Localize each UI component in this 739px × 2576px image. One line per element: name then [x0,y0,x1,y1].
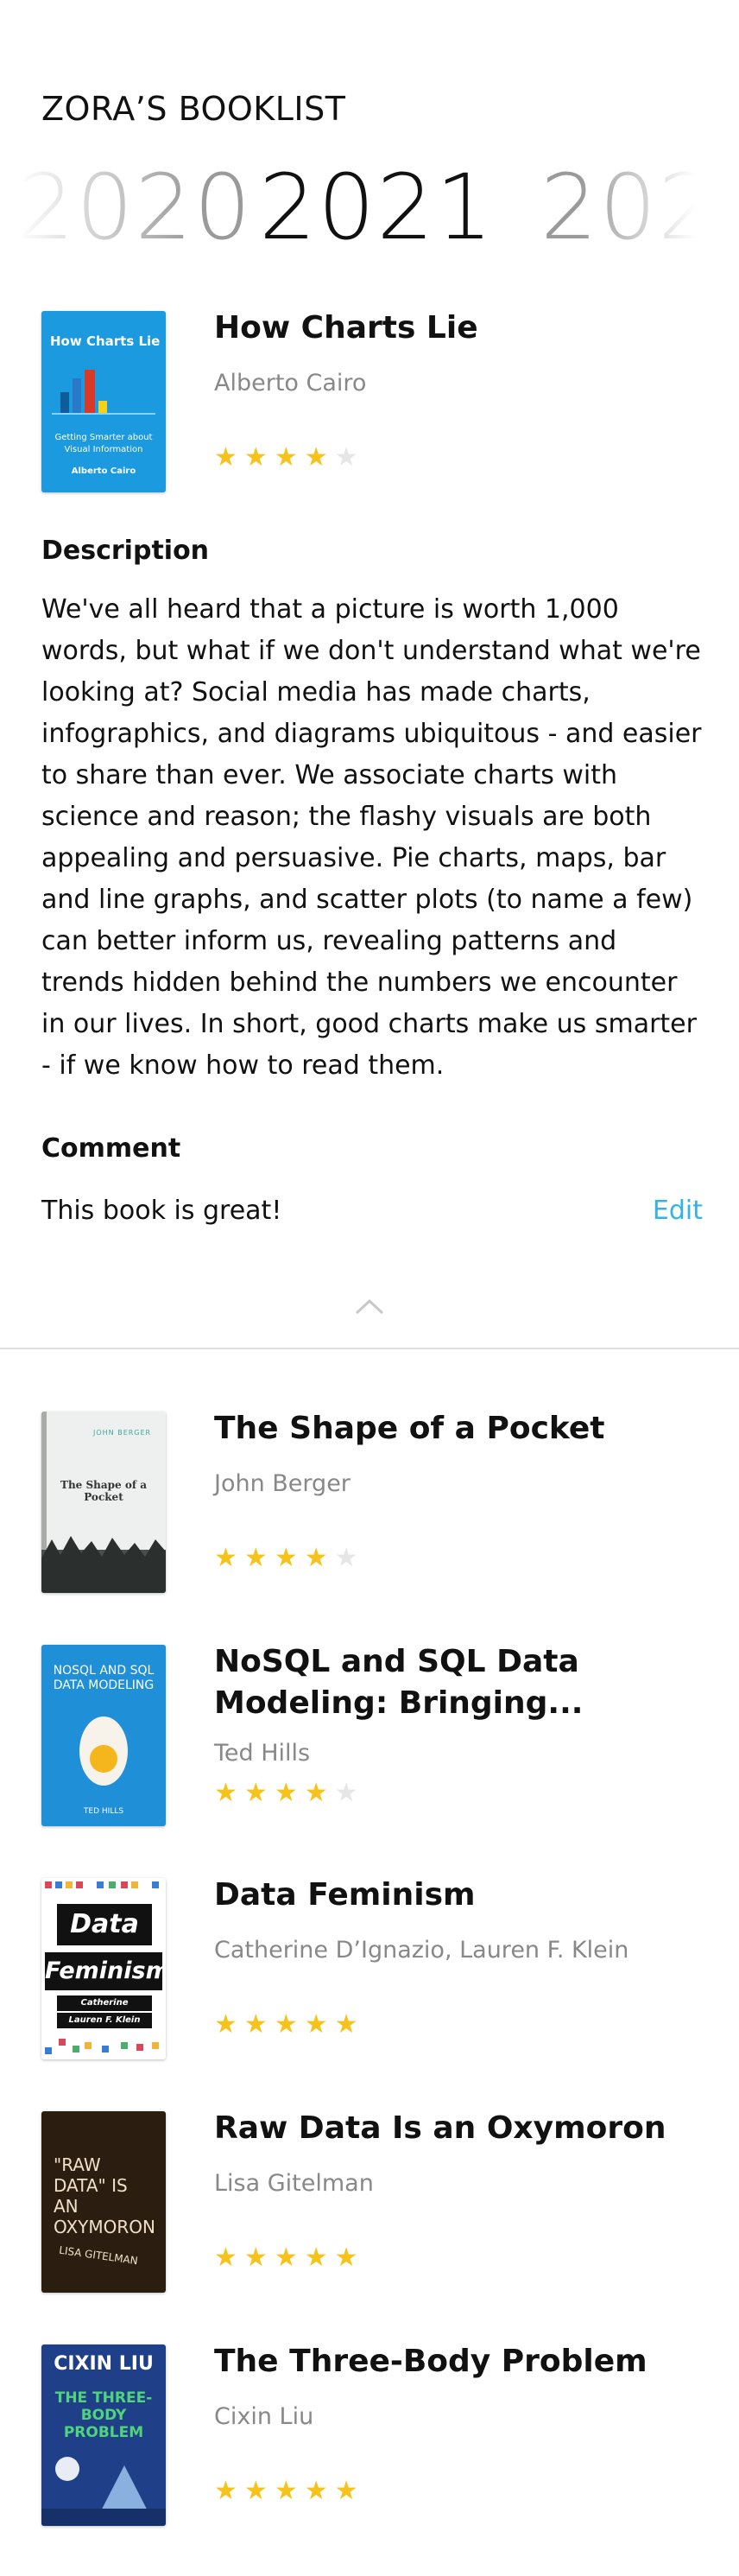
book-cover[interactable]: "RAW DATA" IS AN OXYMORON LISA GITELMAN [41,2111,166,2293]
star-filled-icon: ★ [334,2243,358,2273]
rating-stars: ★ ★ ★ ★ ★ [214,1545,358,1572]
star-filled-icon: ★ [304,2243,328,2273]
divider [0,1348,739,1349]
star-filled-icon: ★ [274,1778,298,1808]
book-cover[interactable]: JOHN BERGER The Shape of a Pocket [41,1412,166,1593]
cover-subtitle: Getting Smarter about Visual Information [54,433,153,454]
cover-author: JOHN BERGER [93,1429,152,1437]
star-filled-icon: ★ [334,2009,358,2040]
star-filled-icon: ★ [214,1543,237,1573]
book-cover[interactable]: NOSQL AND SQL DATA MODELING TED HILLS [41,1645,166,1826]
cover-title: THE THREE-BODY PROBLEM [54,2389,153,2441]
star-empty-icon: ★ [334,1543,358,1573]
cover-author: CIXIN LIU [54,2353,154,2375]
rating-stars: ★ ★ ★ ★ ★ [214,444,358,472]
cover-author: LISA GITELMAN [58,2243,139,2268]
star-filled-icon: ★ [214,442,237,473]
year-next[interactable]: 2022 [540,155,696,259]
rating-stars: ★ ★ ★ ★ ★ [214,1780,358,1807]
book-author: Catherine D’Ignazio, Lauren F. Klein [214,1937,629,1964]
year-selector[interactable]: 2020 2021 2022 [0,155,739,259]
book-author: Lisa Gitelman [214,2170,374,2197]
rating-stars: ★ ★ ★ ★ ★ [214,2244,358,2272]
book-cover[interactable]: CIXIN LIU THE THREE-BODY PROBLEM [41,2344,166,2526]
star-filled-icon: ★ [243,1778,268,1808]
description-text: We've all heard that a picture is worth … [41,594,702,1081]
cover-title: "RAW DATA" IS AN OXYMORON [54,2154,155,2237]
cover-author: Catherine D'Ignazio and [57,1995,152,2023]
star-filled-icon: ★ [243,1543,268,1573]
cover-author: Alberto Cairo [71,466,136,476]
cover-title: The Shape of a Pocket [60,1479,147,1503]
app-title: ZORA’S BOOKLIST [41,90,346,128]
cover-title: NOSQL AND SQL DATA MODELING [53,1664,155,1692]
star-filled-icon: ★ [214,2476,237,2506]
edit-comment-button[interactable]: Edit [653,1196,703,1226]
star-filled-icon: ★ [243,2243,268,2273]
star-filled-icon: ★ [304,442,328,473]
cover-author: Lauren F. Klein [57,2013,152,2028]
book-cover[interactable]: How Charts Lie Getting Smarter about Vis… [41,311,166,492]
star-filled-icon: ★ [243,2476,268,2506]
book-title[interactable]: The Shape of a Pocket [214,1408,698,1450]
star-filled-icon: ★ [274,442,298,473]
bar-chart-illustration [52,370,155,415]
star-filled-icon: ★ [214,2009,237,2040]
cover-title: How Charts Lie [50,333,161,349]
book-title[interactable]: Raw Data Is an Oxymoron [214,2108,698,2149]
star-filled-icon: ★ [304,2476,328,2506]
book-author: John Berger [214,1470,351,1497]
rating-stars: ★ ★ ★ ★ ★ [214,2011,358,2039]
egg-illustration [79,1716,128,1786]
star-filled-icon: ★ [304,2009,328,2040]
star-filled-icon: ★ [274,1543,298,1573]
comment-label: Comment [41,1133,181,1164]
star-filled-icon: ★ [304,1543,328,1573]
book-title[interactable]: How Charts Lie [214,308,698,349]
book-title[interactable]: Data Feminism [214,1875,698,1916]
cover-title-line: Feminism [45,1952,166,1990]
book-author: Ted Hills [214,1740,311,1767]
star-filled-icon: ★ [243,442,268,473]
star-filled-icon: ★ [243,2009,268,2040]
book-title[interactable]: NoSQL and SQL Data Modeling: Bringing... [214,1641,698,1724]
star-filled-icon: ★ [214,2243,237,2273]
book-cover[interactable]: Data Feminism Catherine D'Ignazio and La… [41,1878,166,2059]
book-author: Cixin Liu [214,2403,314,2430]
star-empty-icon: ★ [334,1778,358,1808]
star-filled-icon: ★ [334,2476,358,2506]
year-current: 2021 [259,155,495,259]
star-filled-icon: ★ [274,2009,298,2040]
star-filled-icon: ★ [274,2243,298,2273]
star-filled-icon: ★ [304,1778,328,1808]
comment-text: This book is great! [41,1196,282,1226]
forest-illustration [41,1536,166,1593]
star-empty-icon: ★ [334,442,358,473]
rating-stars: ★ ★ ★ ★ ★ [214,2478,358,2505]
star-filled-icon: ★ [214,1778,237,1808]
chevron-up-icon[interactable] [354,1296,385,1317]
cover-author: TED HILLS [83,1807,124,1816]
description-label: Description [41,536,210,566]
year-prev[interactable]: 2020 [17,155,253,259]
star-filled-icon: ★ [274,2476,298,2506]
book-title[interactable]: The Three-Body Problem [214,2341,698,2382]
book-author: Alberto Cairo [214,370,367,397]
cover-title-line: Data [57,1904,152,1945]
planet-illustration [41,2457,166,2526]
